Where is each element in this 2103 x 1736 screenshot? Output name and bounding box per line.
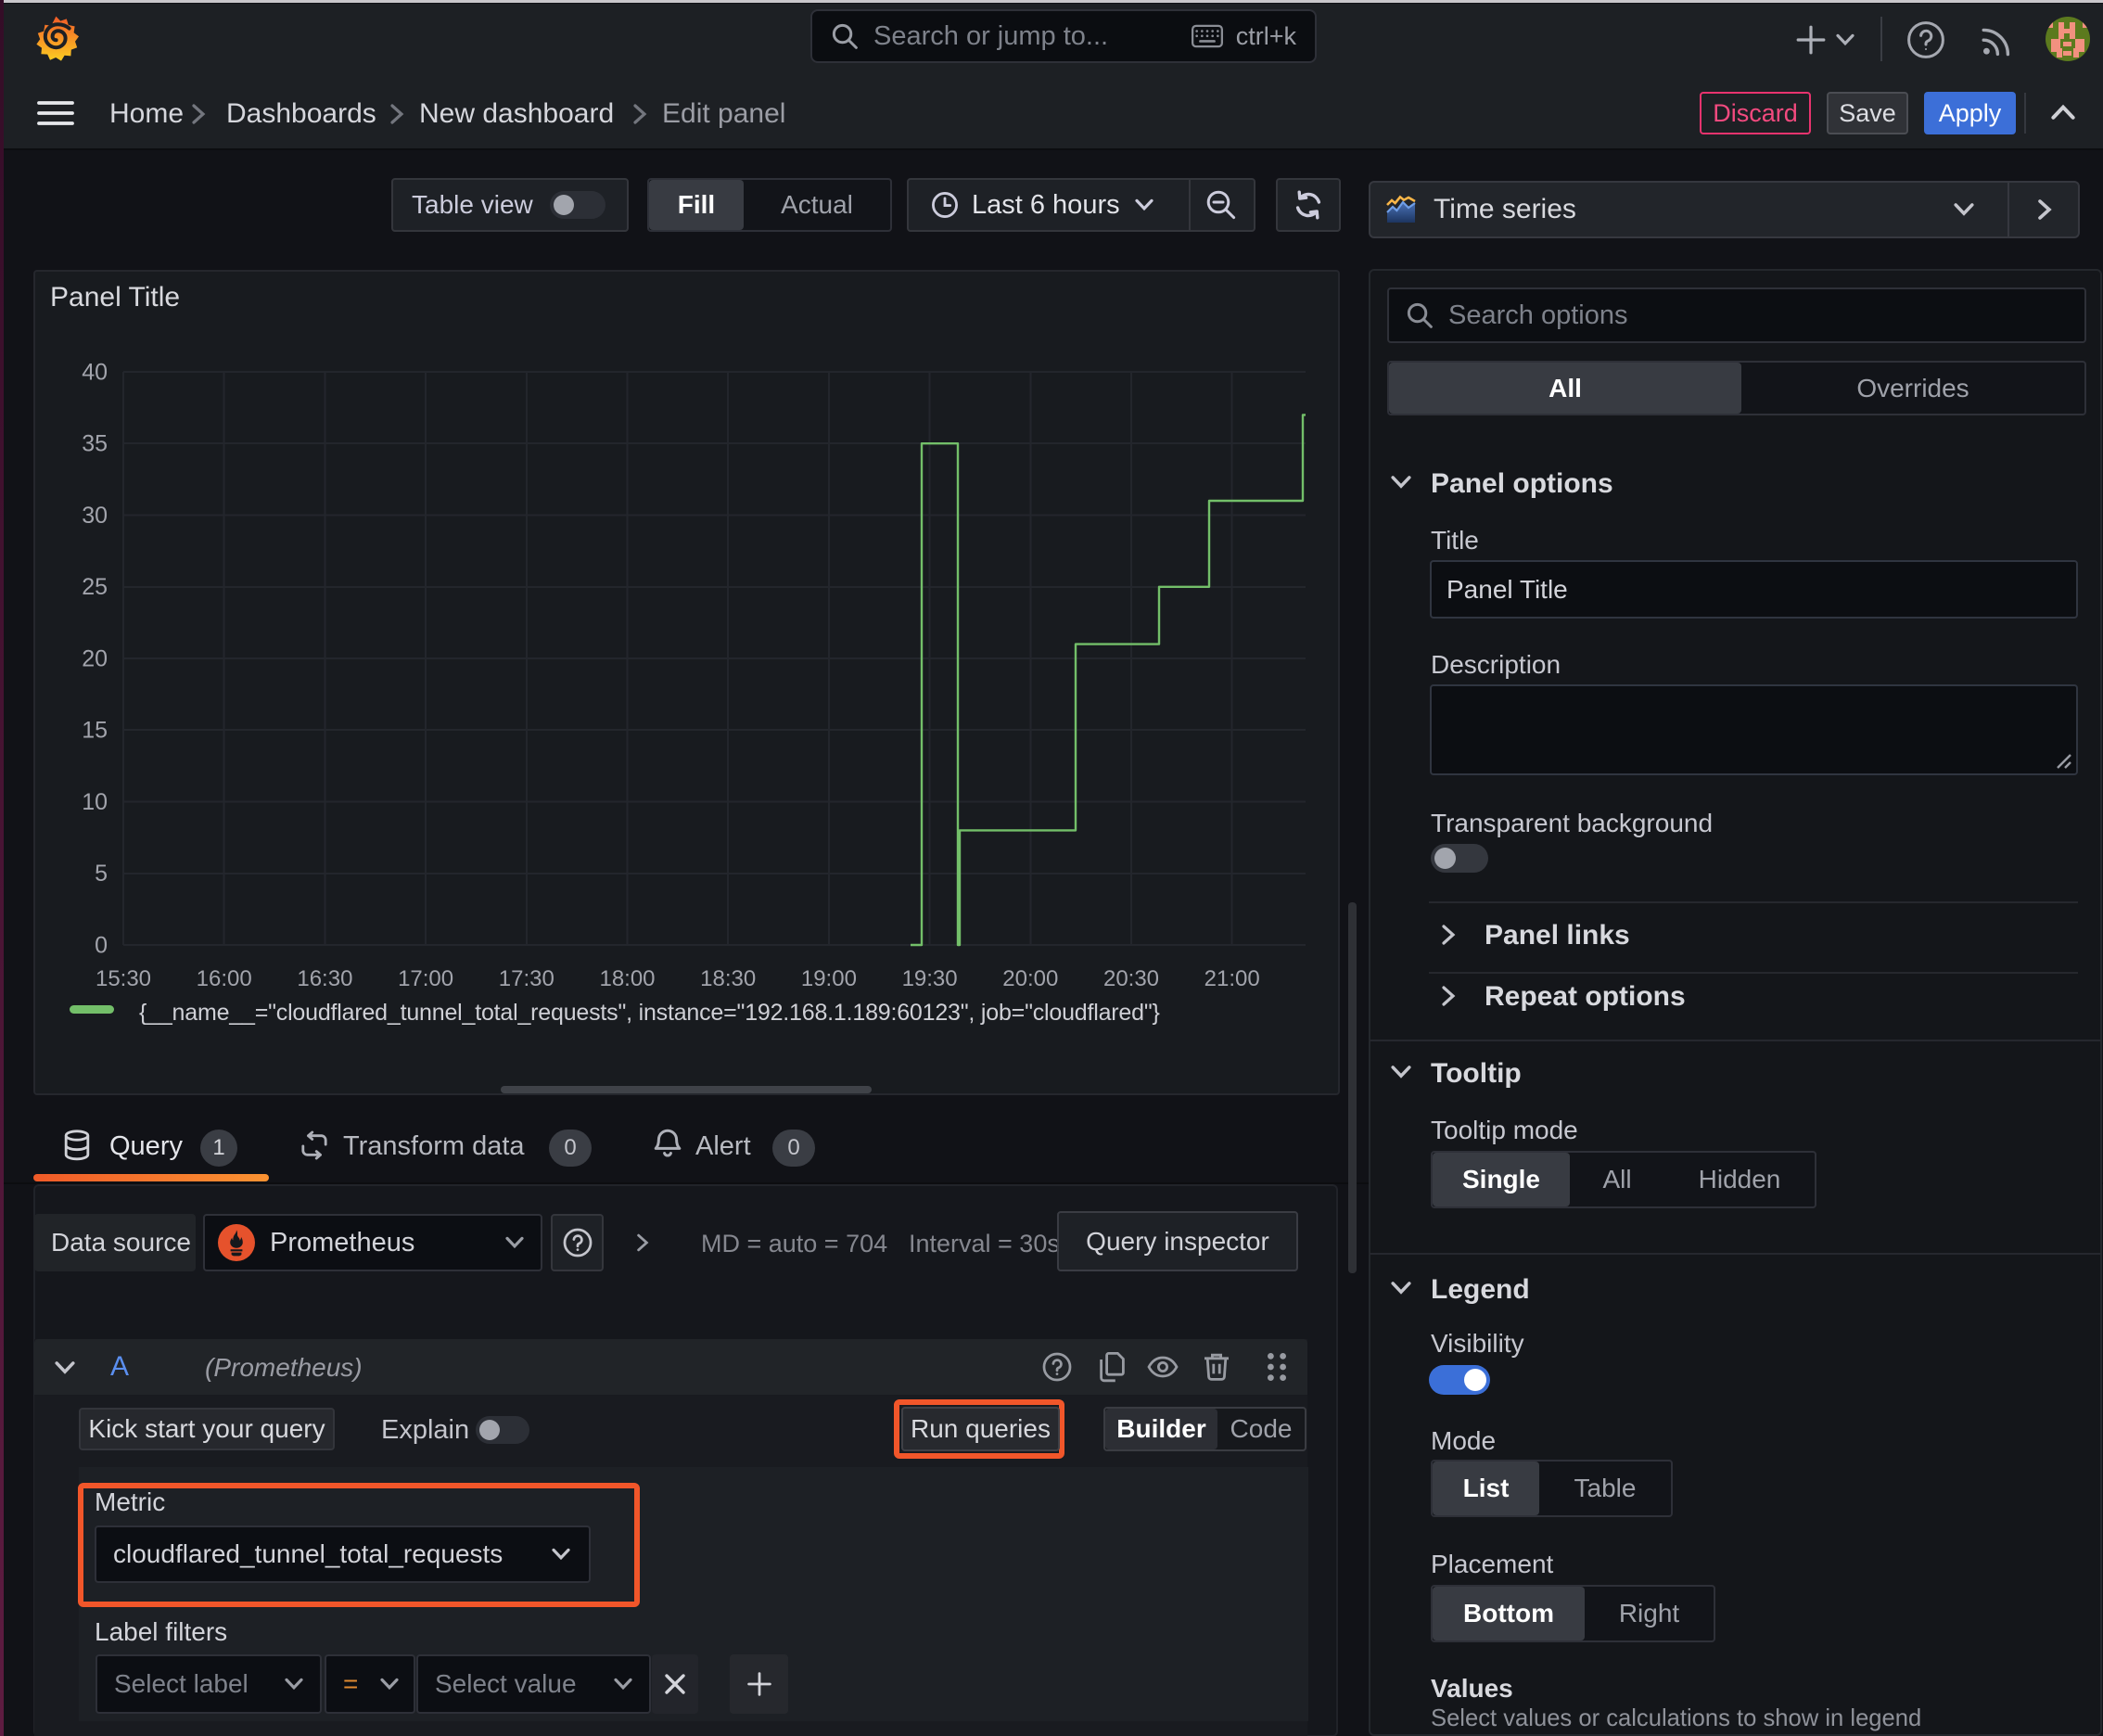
svg-text:{__name__="cloudflared_tunnel_: {__name__="cloudflared_tunnel_total_requ… bbox=[139, 1000, 1160, 1026]
svg-text:20: 20 bbox=[82, 645, 108, 671]
svg-text:15:30: 15:30 bbox=[96, 966, 151, 991]
svg-text:18:00: 18:00 bbox=[599, 966, 655, 991]
svg-text:20:00: 20:00 bbox=[1002, 966, 1058, 991]
svg-text:35: 35 bbox=[82, 431, 108, 457]
svg-text:17:30: 17:30 bbox=[499, 966, 554, 991]
svg-text:5: 5 bbox=[95, 861, 108, 887]
svg-text:10: 10 bbox=[82, 789, 108, 815]
svg-text:15: 15 bbox=[82, 718, 108, 744]
svg-text:16:00: 16:00 bbox=[197, 966, 252, 991]
svg-text:19:00: 19:00 bbox=[801, 966, 857, 991]
svg-text:18:30: 18:30 bbox=[700, 966, 756, 991]
svg-text:0: 0 bbox=[95, 932, 108, 958]
svg-text:30: 30 bbox=[82, 503, 108, 529]
svg-text:19:30: 19:30 bbox=[902, 966, 958, 991]
svg-text:16:30: 16:30 bbox=[297, 966, 352, 991]
svg-text:20:30: 20:30 bbox=[1103, 966, 1159, 991]
svg-text:40: 40 bbox=[82, 359, 108, 385]
svg-text:25: 25 bbox=[82, 574, 108, 600]
svg-text:17:00: 17:00 bbox=[398, 966, 453, 991]
svg-text:21:00: 21:00 bbox=[1204, 966, 1260, 991]
